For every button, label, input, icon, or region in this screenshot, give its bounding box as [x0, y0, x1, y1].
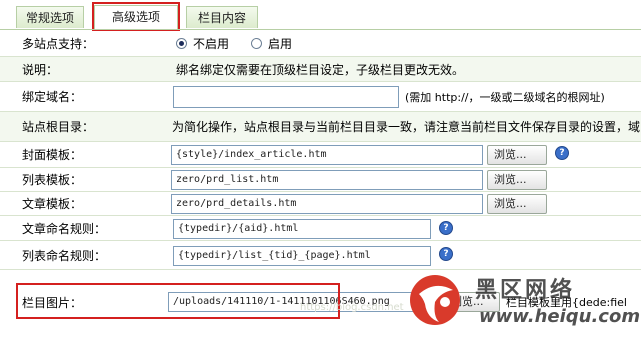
article-template-input[interactable]: zero/prd_details.htm: [171, 194, 483, 214]
cover-template-label: 封面模板：: [22, 148, 83, 162]
list-template-input[interactable]: zero/prd_list.htm: [171, 170, 483, 190]
domain-hint: (需加 http://，一级或二级域名的根网址): [405, 90, 605, 104]
cover-template-input[interactable]: {style}/index_article.htm: [171, 145, 483, 165]
row-description: 说明： 绑名绑定仅需要在顶级栏目设定，子级栏目更改无效。: [0, 57, 641, 82]
description-label: 说明：: [22, 62, 59, 77]
description-text: 绑名绑定仅需要在顶级栏目设定，子级栏目更改无效。: [176, 62, 465, 77]
list-naming-label: 列表命名规则：: [22, 248, 107, 263]
tab-general[interactable]: 常规选项: [16, 6, 84, 28]
help-icon[interactable]: ?: [439, 247, 453, 261]
watermark-title: 黑区网络: [475, 278, 576, 303]
tab-bar: 常规选项 高级选项 栏目内容: [0, 0, 641, 31]
row-article-naming: 文章命名规则： {typedir}/{aid}.html ?: [0, 216, 641, 241]
row-cover-template: 封面模板： {style}/index_article.htm 浏览... ?: [0, 142, 641, 168]
column-image-highlight-box: [16, 283, 340, 319]
tab-content[interactable]: 栏目内容: [186, 6, 258, 28]
help-icon[interactable]: ?: [555, 146, 569, 160]
row-list-template: 列表模板： zero/prd_list.htm 浏览...: [0, 168, 641, 192]
help-icon[interactable]: ?: [439, 221, 453, 235]
article-naming-label: 文章命名规则：: [22, 221, 107, 236]
row-site-root: 站点根目录： 为简化操作，站点根目录与当前栏目目录一致，请注意当前栏目文件保存目…: [0, 112, 641, 142]
article-template-browse-button[interactable]: 浏览...: [487, 194, 547, 214]
radio-off-label[interactable]: 不启用: [193, 35, 229, 52]
multisite-options: 不启用 启用: [176, 30, 292, 56]
heiqu-logo-icon: [410, 275, 460, 325]
row-article-template: 文章模板： zero/prd_details.htm 浏览...: [0, 192, 641, 216]
list-template-label: 列表模板：: [22, 173, 83, 187]
faint-watermark-text: https://blog.csdn.net: [300, 302, 404, 313]
article-template-label: 文章模板：: [22, 197, 83, 211]
row-domain: 绑定域名： (需加 http://，一级或二级域名的根网址): [0, 82, 641, 112]
radio-icon[interactable]: [176, 37, 187, 49]
site-root-label: 站点根目录：: [22, 120, 95, 134]
radio-icon[interactable]: [251, 37, 263, 49]
row-multisite: 多站点支持： 不启用 启用: [0, 30, 641, 57]
list-template-browse-button[interactable]: 浏览...: [487, 170, 547, 190]
row-list-naming: 列表命名规则： {typedir}/list_{tid}_{page}.html…: [0, 241, 641, 270]
list-naming-input[interactable]: {typedir}/list_{tid}_{page}.html: [173, 246, 431, 266]
multisite-label: 多站点支持：: [22, 36, 95, 51]
site-root-text: 为简化操作，站点根目录与当前栏目目录一致，请注意当前栏目文件保存目录的设置，域: [172, 120, 641, 134]
heiqu-watermark: 黑区网络 www.heiqu.com: [405, 268, 640, 332]
article-naming-input[interactable]: {typedir}/{aid}.html: [173, 219, 431, 239]
cover-template-browse-button[interactable]: 浏览...: [487, 145, 547, 165]
radio-on-label[interactable]: 启用: [268, 35, 292, 52]
domain-input[interactable]: [173, 86, 399, 108]
watermark-url: www.heiqu.com: [479, 306, 641, 327]
tab-highlight-box: [92, 2, 180, 31]
domain-label: 绑定域名：: [22, 90, 83, 104]
